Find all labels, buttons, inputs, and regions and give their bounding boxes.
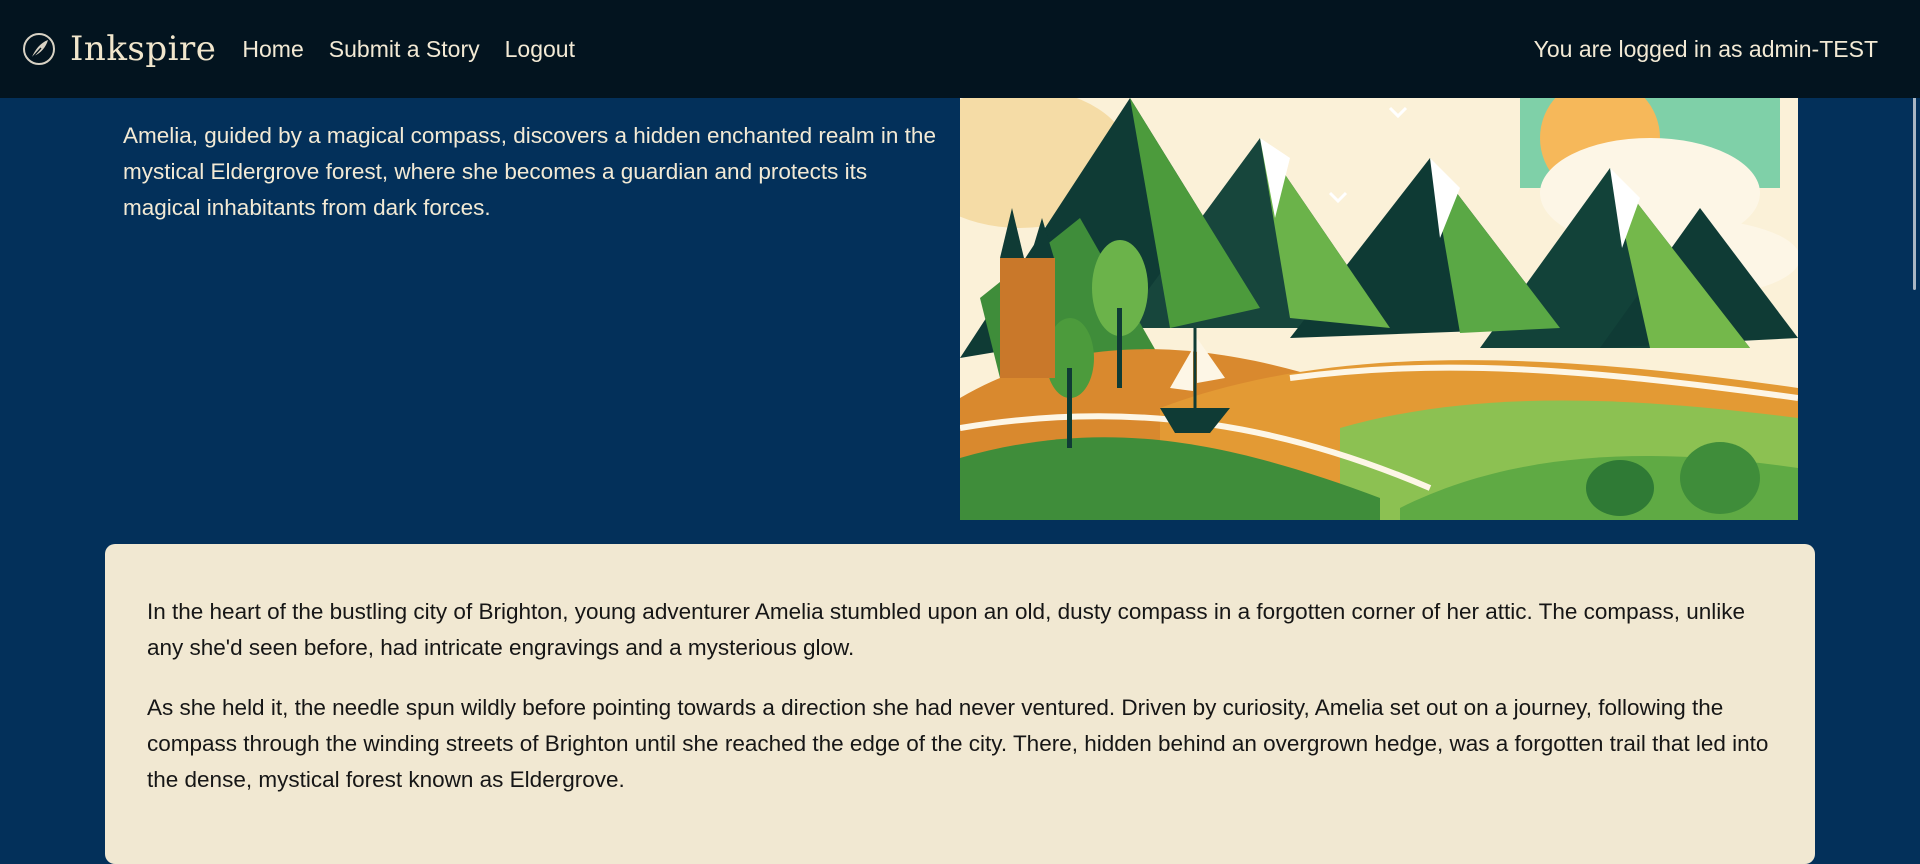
brand-link[interactable]: Inkspire bbox=[22, 29, 216, 69]
brand-name: Inkspire bbox=[70, 29, 217, 69]
story-summary: Amelia, guided by a magical compass, dis… bbox=[123, 123, 936, 220]
nav-home-link[interactable]: Home bbox=[242, 36, 303, 63]
main-nav: Home Submit a Story Logout bbox=[242, 36, 600, 63]
story-content-card: In the heart of the bustling city of Bri… bbox=[105, 544, 1815, 864]
login-status-text: You are logged in as admin-TEST bbox=[1533, 35, 1878, 62]
nav-logout-link[interactable]: Logout bbox=[505, 36, 575, 63]
top-navbar: Inkspire Home Submit a Story Logout You … bbox=[0, 0, 1920, 98]
story-paragraph-2: As she held it, the needle spun wildly b… bbox=[147, 695, 1769, 792]
story-paragraph-1: In the heart of the bustling city of Bri… bbox=[147, 599, 1745, 660]
nav-submit-story-link[interactable]: Submit a Story bbox=[329, 36, 480, 63]
page-scrollbar[interactable] bbox=[1902, 0, 1920, 828]
scrollbar-thumb[interactable] bbox=[1913, 72, 1916, 290]
story-illustration bbox=[960, 98, 1798, 520]
quill-feather-icon bbox=[22, 32, 56, 66]
